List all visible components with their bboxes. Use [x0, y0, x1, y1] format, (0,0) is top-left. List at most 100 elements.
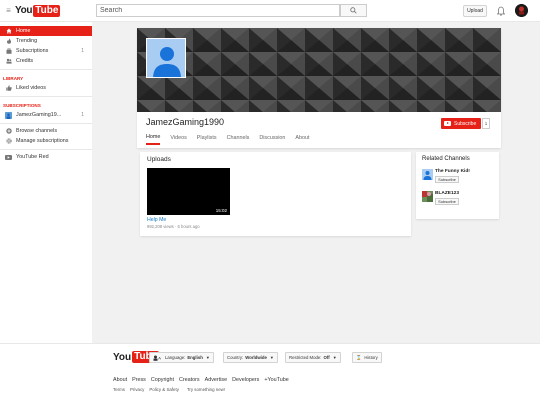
- country-button[interactable]: Country: Worldwide ▼: [223, 352, 278, 363]
- masthead: ≡ You Tube Upload: [0, 0, 540, 22]
- sidebar-item-browse-channels[interactable]: Browse channels: [0, 126, 92, 136]
- related-channel-item: The Funny Kid! Subscribe: [422, 169, 497, 187]
- search-icon: [350, 7, 357, 14]
- tab-about[interactable]: About: [295, 134, 309, 145]
- footer-link-policy-safety[interactable]: Policy & Safety: [149, 387, 179, 392]
- sidebar-item-label: Home: [16, 28, 31, 34]
- flame-icon: [5, 38, 12, 45]
- notifications-bell-icon[interactable]: [496, 5, 506, 17]
- sidebar-item-label: Credits: [16, 58, 34, 64]
- related-channel-avatar[interactable]: [422, 191, 433, 202]
- youtube-logo[interactable]: You Tube: [15, 4, 61, 17]
- tab-videos[interactable]: Videos: [170, 134, 186, 145]
- subscriptions-heading: SUBSCRIPTIONS: [3, 102, 41, 108]
- language-button[interactable]: A Language: English ▼: [149, 352, 214, 363]
- sidebar-item-home[interactable]: Home: [0, 26, 92, 36]
- related-subscribe-button[interactable]: Subscribe: [435, 176, 459, 183]
- sidebar-divider: [0, 149, 92, 150]
- channel-banner: [137, 28, 501, 112]
- subscriptions-icon: [5, 48, 12, 55]
- sidebar-item-label: Subscriptions: [16, 48, 49, 54]
- restricted-label: Restricted Mode:: [289, 355, 322, 360]
- sidebar-item-credits[interactable]: Credits: [0, 56, 92, 66]
- sidebar-item-youtube-red[interactable]: YouTube Red: [0, 152, 92, 162]
- footer: You Tube A Language: English ▼ Country: …: [0, 343, 540, 405]
- subscribe-button[interactable]: Subscribe: [441, 118, 481, 129]
- subscriptions-count: 1: [81, 48, 84, 54]
- sidebar-divider: [0, 69, 92, 70]
- sidebar-item-label: YouTube Red: [16, 154, 49, 160]
- related-subscribe-button[interactable]: Subscribe: [435, 198, 459, 205]
- footer-link-developers[interactable]: Developers: [232, 377, 259, 383]
- sidebar-divider: [0, 96, 92, 97]
- banner-pattern: [137, 28, 501, 112]
- language-value: English: [187, 355, 203, 360]
- channel-avatar[interactable]: [146, 38, 186, 78]
- tab-channels[interactable]: Channels: [227, 134, 250, 145]
- subscription-channel-count: 1: [81, 112, 84, 118]
- subscription-channel-avatar: [5, 111, 12, 119]
- footer-link-advertise[interactable]: Advertise: [205, 377, 227, 383]
- tab-home[interactable]: Home: [146, 134, 161, 145]
- channel-header: JamezGaming1990 Subscribe 1 Home Videos …: [137, 28, 501, 148]
- country-label: Country:: [227, 355, 244, 360]
- video-thumbnail[interactable]: 15:02: [147, 168, 230, 215]
- sidebar-item-label: Trending: [16, 38, 38, 44]
- video-duration: 15:02: [214, 208, 228, 213]
- footer-sublinks: Terms Privacy Policy & Safety Try someth…: [113, 387, 230, 392]
- sidebar-item-subscription-channel[interactable]: JamezGaming19... 1: [0, 110, 92, 120]
- sidebar-item-trending[interactable]: Trending: [0, 36, 92, 46]
- footer-link-plus-youtube[interactable]: +YouTube: [264, 377, 288, 383]
- footer-link-copyright[interactable]: Copyright: [151, 377, 174, 383]
- sidebar-item-label: JamezGaming19...: [16, 112, 62, 118]
- footer-link-about[interactable]: About: [113, 377, 127, 383]
- footer-link-try-something-new[interactable]: Try something new!: [187, 387, 225, 392]
- caret-down-icon: ▼: [269, 355, 274, 360]
- history-button[interactable]: ⌛ History: [352, 352, 382, 363]
- language-icon: A: [153, 355, 161, 361]
- svg-text:A: A: [158, 355, 161, 360]
- home-icon: [5, 28, 12, 35]
- upload-button[interactable]: Upload: [463, 5, 487, 17]
- related-channels-title: Related Channels: [422, 156, 470, 162]
- related-channel-name[interactable]: The Funny Kid!: [435, 169, 470, 174]
- restricted-mode-button[interactable]: Restricted Mode: Off ▼: [285, 352, 341, 363]
- related-channel-avatar[interactable]: [422, 169, 433, 180]
- logo-you-text: You: [15, 5, 33, 16]
- related-channel-name[interactable]: BLAZE123: [435, 191, 459, 196]
- sidebar-item-label: Liked videos: [16, 85, 46, 91]
- hourglass-icon: ⌛: [356, 354, 362, 360]
- language-label: Language:: [165, 355, 186, 360]
- thumbs-up-icon: [5, 85, 12, 92]
- sidebar-item-label: Manage subscriptions: [16, 138, 69, 144]
- caret-down-icon: ▼: [332, 355, 337, 360]
- footer-link-press[interactable]: Press: [132, 377, 146, 383]
- subscriber-count: 1: [482, 118, 490, 129]
- sidebar-item-label: Browse channels: [16, 128, 58, 134]
- search-button[interactable]: [340, 4, 367, 17]
- footer-link-creators[interactable]: Creators: [179, 377, 200, 383]
- uploads-section: Uploads 15:02 Help Me 992,208 views · 6 …: [140, 152, 411, 236]
- footer-links: About Press Copyright Creators Advertise…: [113, 377, 294, 383]
- hamburger-menu-icon[interactable]: ≡: [4, 6, 13, 15]
- sidebar-item-manage-subscriptions[interactable]: Manage subscriptions: [0, 136, 92, 146]
- tab-discussion[interactable]: Discussion: [259, 134, 285, 145]
- footer-link-privacy[interactable]: Privacy: [130, 387, 144, 392]
- country-value: Worldwide: [245, 355, 267, 360]
- youtube-play-icon: [444, 121, 451, 126]
- library-heading: LIBRARY: [3, 75, 24, 81]
- related-channels: Related Channels The Funny Kid! Subscrib…: [416, 152, 499, 219]
- sidebar-item-subscriptions[interactable]: Subscriptions 1: [0, 46, 92, 56]
- video-title[interactable]: Help Me: [147, 217, 166, 223]
- uploads-title[interactable]: Uploads: [147, 156, 171, 163]
- footer-logo-you-text: You: [113, 351, 132, 363]
- user-avatar[interactable]: [515, 4, 528, 17]
- search-input[interactable]: [96, 4, 340, 17]
- tab-playlists[interactable]: Playlists: [197, 134, 217, 145]
- sidebar-item-liked-videos[interactable]: Liked videos: [0, 83, 92, 93]
- credits-icon: [5, 58, 12, 65]
- youtube-red-icon: [5, 154, 12, 161]
- footer-link-terms[interactable]: Terms: [113, 387, 125, 392]
- history-label: History: [364, 355, 378, 360]
- video-meta: 992,208 views · 6 hours ago: [147, 224, 200, 229]
